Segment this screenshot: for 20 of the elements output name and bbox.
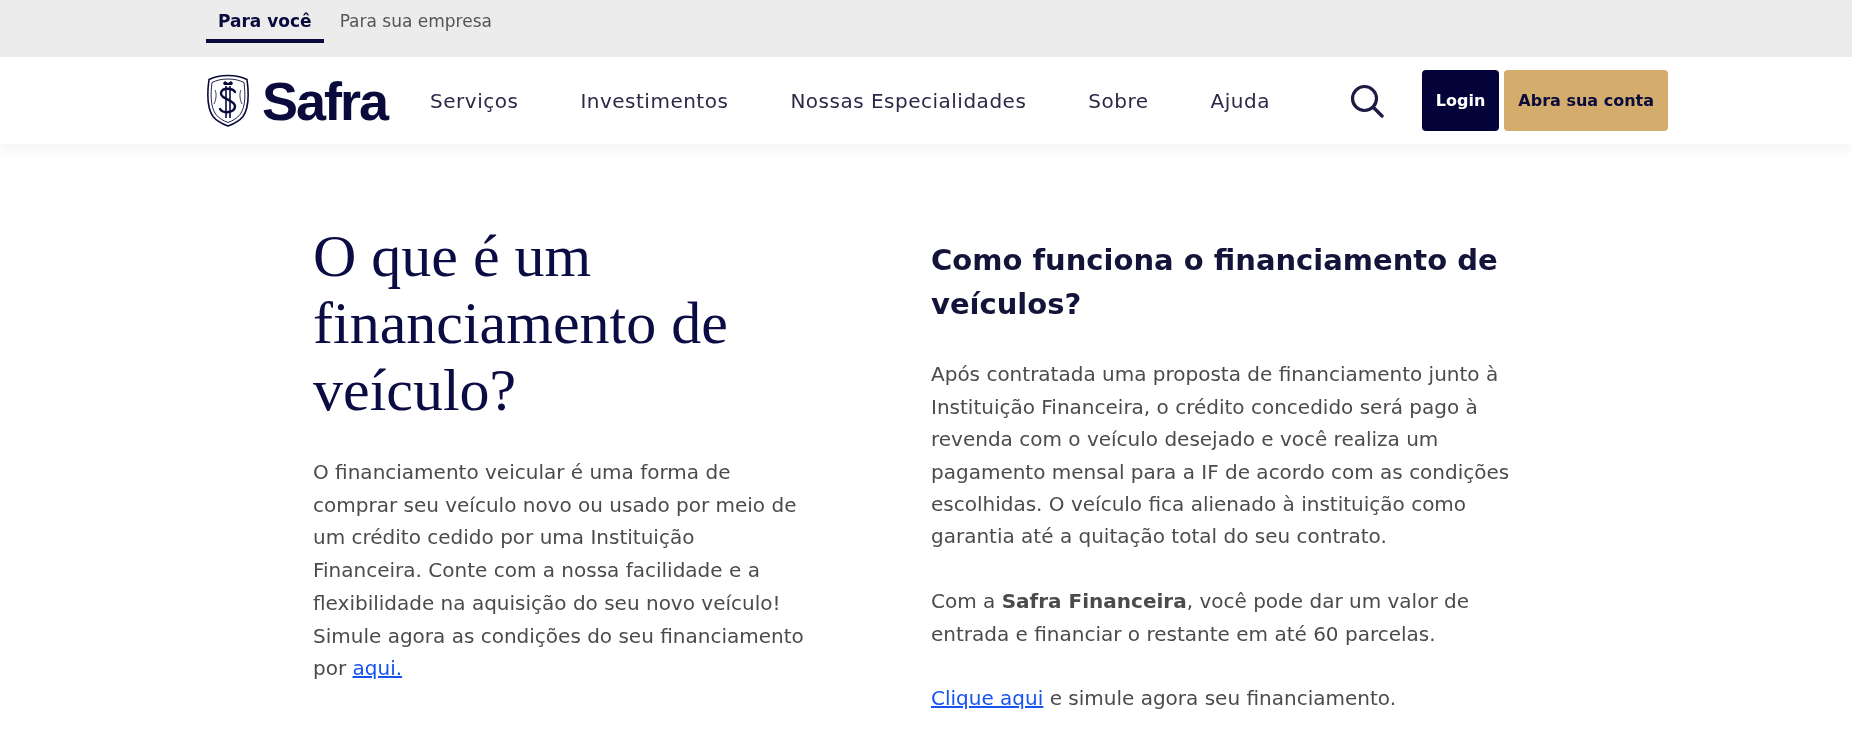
nav-link[interactable]: Investimentos: [580, 88, 729, 113]
nav-link[interactable]: Nossas Especialidades: [790, 88, 1027, 113]
section-heading: Como funciona o financiamento de veículos?: [931, 242, 1499, 323]
tab[interactable]: Para sua empresa: [327, 0, 504, 43]
login-button[interactable]: Login: [1421, 70, 1500, 131]
link[interactable]: Clique aqui: [931, 686, 1044, 711]
nav-link[interactable]: Serviços: [430, 88, 519, 113]
paragraph: Clique aqui e simule agora seu financiamento.: [931, 685, 1397, 713]
tab[interactable]: Para você: [206, 0, 324, 43]
section-heading: O que é um financiamento de veículo?: [313, 223, 729, 424]
shield-emblem-icon[interactable]: [206, 74, 250, 127]
paragraph: Com a Safra Financeira, você pode dar um valor de entrada e financiar o restante em até 60 parcelas.: [931, 588, 1470, 648]
paragraph: Após contratada uma proposta de financiamento junto à Instituição Financeira, o crédito concedido será pago à revenda com o veículo desejado e você realiza um pagamento mensal para a IF de acordo com as condições escolhidas. O veículo fica alienado à instituição como garantia até a quitação total do seu contrato.: [931, 361, 1511, 551]
nav-link[interactable]: Sobre: [1088, 88, 1149, 113]
paragraph: O financiamento veicular é uma forma de comprar seu veículo novo ou usado por meio de um crédito cedido por uma Instituição Financeira. Conte com a nossa facilidade e a flexibilidade na aquisição do seu novo veículo! Simule agora as condições do seu financiamento por aqui.: [313, 459, 805, 683]
link[interactable]: aqui.: [352, 656, 403, 681]
logo-text[interactable]: Safra: [262, 73, 388, 128]
open-account-button[interactable]: Abra sua conta: [1504, 70, 1668, 131]
nav-link[interactable]: Ajuda: [1210, 88, 1270, 113]
search-icon[interactable]: [1349, 83, 1384, 118]
